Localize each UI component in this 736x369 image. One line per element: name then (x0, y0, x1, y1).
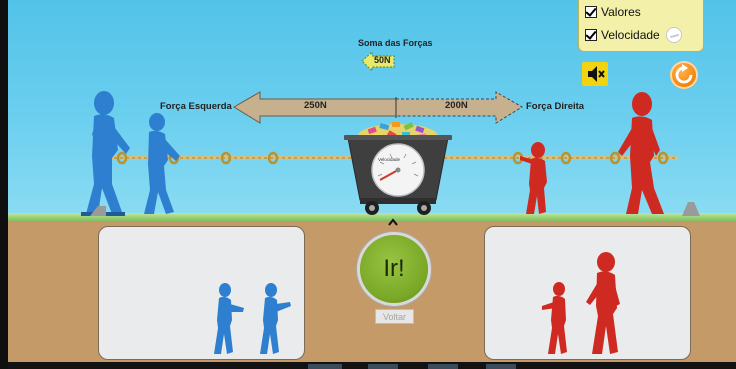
tug-of-war-simulation: Soma das Forças 50N Força Esquerda Força… (8, 0, 736, 369)
speedometer-label: Velocidade (378, 157, 401, 162)
bottom-tab (486, 364, 516, 369)
back-button-label: Voltar (382, 311, 406, 322)
speed-checkbox[interactable] (585, 29, 597, 41)
speaker-mute-icon (588, 66, 605, 82)
force-sum-value: 50N (374, 55, 391, 65)
reset-button[interactable] (670, 61, 698, 89)
red-pullers-available[interactable] (8, 0, 736, 369)
bottom-tab (368, 364, 398, 369)
options-panel: Valores Velocidade (578, 0, 704, 52)
speedometer-icon (665, 27, 682, 43)
right-force-label: Força Direita (526, 101, 585, 112)
bottom-tab (428, 364, 458, 369)
left-force-value: 250N (304, 100, 327, 111)
values-checkbox-label: Valores (601, 5, 641, 19)
back-button[interactable]: Voltar (375, 309, 414, 324)
values-checkbox[interactable] (585, 6, 597, 18)
left-force-label: Força Esquerda (160, 101, 232, 112)
chevron-up-icon[interactable] (388, 217, 398, 227)
go-button-label: Ir! (383, 255, 405, 282)
right-force-value: 200N (445, 100, 468, 111)
bottom-tab (308, 364, 342, 369)
mute-button[interactable] (582, 62, 608, 86)
speed-checkbox-label: Velocidade (601, 28, 660, 42)
go-button[interactable]: Ir! (360, 235, 428, 303)
reset-icon (675, 64, 693, 84)
force-sum-label: Soma das Forças (358, 38, 433, 48)
speed-checkbox-row[interactable]: Velocidade (585, 26, 682, 44)
values-checkbox-row[interactable]: Valores (585, 3, 641, 21)
